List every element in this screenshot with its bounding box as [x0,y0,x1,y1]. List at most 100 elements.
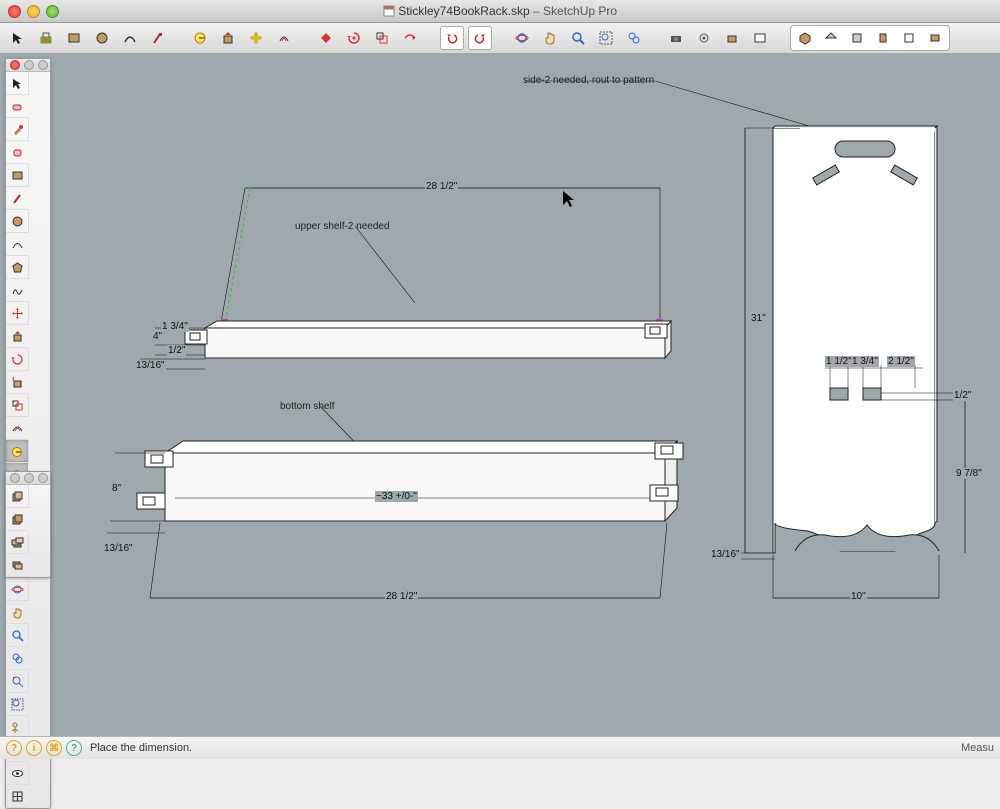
look-around-tool[interactable] [748,26,772,50]
dim-8: 8" [111,483,122,494]
layers-palette-header[interactable] [6,472,50,485]
undo-button[interactable] [440,26,464,50]
titlebar: Stickley74BookRack.skp – SketchUp Pro [0,0,1000,23]
offset-tool-btn[interactable] [6,417,28,440]
view-left-button[interactable] [925,28,945,48]
palette-header[interactable] [6,59,50,72]
dim-978: 9 7/8" [955,468,983,479]
pan-tool-btn[interactable] [6,601,28,624]
dim-1316c: 13/16" [710,549,741,560]
dim-s112: 1 1/2" [825,356,853,367]
move-tool-btn[interactable] [6,302,29,325]
dim-s134: 1 3/4" [851,356,879,367]
view-top-button[interactable] [821,28,841,48]
look-tool-btn[interactable] [6,762,29,785]
window-title: Stickley74BookRack.skp – SketchUp Pro [0,4,1000,18]
scale-tool-btn[interactable] [6,394,29,417]
view-front-button[interactable] [847,28,867,48]
view-right-button[interactable] [873,28,893,48]
dim-1316b: 13/16" [103,543,134,554]
next-view-tool-btn[interactable] [6,693,28,716]
freehand-tool-btn[interactable] [6,279,28,302]
layers-tool-btn[interactable] [6,554,28,577]
cursor-icon [563,191,574,207]
group-tool-btn[interactable] [6,508,28,531]
pan-tool[interactable] [538,26,562,50]
zoom-tool[interactable] [566,26,590,50]
rotate-tool[interactable] [342,26,366,50]
select-tool-btn[interactable] [6,72,29,95]
dim-1316a: 13/16" [135,360,166,371]
dim-4: 4" [152,331,163,342]
line-tool-btn[interactable] [6,187,28,210]
help-question-icon[interactable]: ? [66,740,82,756]
prev-view-tool-btn[interactable] [6,670,29,693]
move-tool[interactable] [244,26,268,50]
followme-tool-btn[interactable] [6,371,28,394]
paint-tool-btn[interactable] [6,118,29,141]
help-info-icon[interactable]: i [26,740,42,756]
tape-tool-btn[interactable] [6,440,29,463]
select-tool[interactable] [6,26,30,50]
zoom-extents-tool[interactable] [622,26,646,50]
polygon-tool-btn[interactable] [6,256,29,279]
rotate-tool-btn[interactable] [6,348,29,371]
status-bar: ? i ⌘ ? Place the dimension. Measu [0,736,1000,759]
component-tool-btn[interactable] [6,485,29,508]
scale-tool[interactable] [370,26,394,50]
upper-shelf-group [140,188,671,369]
arc-tool[interactable] [118,26,142,50]
zoom-extents-tool-btn[interactable] [6,647,28,670]
orbit-tool-btn[interactable] [6,578,29,601]
bottom-shelf-group [107,406,683,598]
help-key-icon[interactable]: ⌘ [46,740,62,756]
arc-tool-btn[interactable] [6,233,28,256]
rectangle-tool[interactable] [62,26,86,50]
main-toolbar [0,23,1000,54]
orbit-tool[interactable] [510,26,534,50]
followme-tool[interactable] [398,26,422,50]
pushpull-tool-btn[interactable] [6,325,28,348]
pushpull-tool[interactable] [216,26,240,50]
palette-grid: 3' ABC A [6,72,50,808]
dim-10: 10" [850,591,867,602]
eraser2-tool-btn[interactable] [6,141,28,164]
view-back-button[interactable] [899,28,919,48]
dim-28a: 28 1/2" [425,181,458,192]
status-message: Place the dimension. [90,742,192,754]
document-name: Stickley74BookRack.skp [398,4,529,18]
paint-tool[interactable] [34,26,58,50]
model-viewport[interactable]: upper shelf-2 needed bottom shelf side-2… [0,53,1000,737]
section-tool-btn[interactable] [6,785,28,808]
dim-134: 1 3/4" [161,321,189,332]
scene: upper shelf-2 needed bottom shelf side-2… [55,53,1000,737]
dim-12b: 1/2" [953,390,972,401]
layers-palette[interactable] [5,471,51,578]
tape-tool[interactable] [188,26,212,50]
scene-svg [55,53,1000,737]
circle-tool-btn[interactable] [6,210,29,233]
dim-31: 31" [750,313,767,324]
dim-s212: 2 1/2" [887,356,915,367]
side-panel-label: side-2 needed, rout to pattern [523,75,654,86]
zoom-tool-btn[interactable] [6,624,29,647]
vertex-tool[interactable] [314,26,338,50]
redo-button[interactable] [468,26,492,50]
zoom-window-tool[interactable] [594,26,618,50]
measurements-label: Measu [961,742,994,754]
eraser-tool-btn[interactable] [6,95,28,118]
camera-tool[interactable] [664,26,688,50]
circle-tool[interactable] [90,26,114,50]
position-camera-tool[interactable] [720,26,744,50]
rectangle-tool-btn[interactable] [6,164,29,187]
tool-palette[interactable]: 3' ABC A [5,58,51,809]
offset-tool[interactable] [272,26,296,50]
view-iso-button[interactable] [795,28,815,48]
workarea: upper shelf-2 needed bottom shelf side-2… [0,53,1000,737]
previous-camera-tool[interactable] [692,26,716,50]
dim-33: ~33 +/0-" [375,491,418,502]
app-name: SketchUp Pro [543,4,617,18]
help-tips-icon[interactable]: ? [6,740,22,756]
line-tool[interactable] [146,26,170,50]
outliner-tool-btn[interactable] [6,531,29,554]
